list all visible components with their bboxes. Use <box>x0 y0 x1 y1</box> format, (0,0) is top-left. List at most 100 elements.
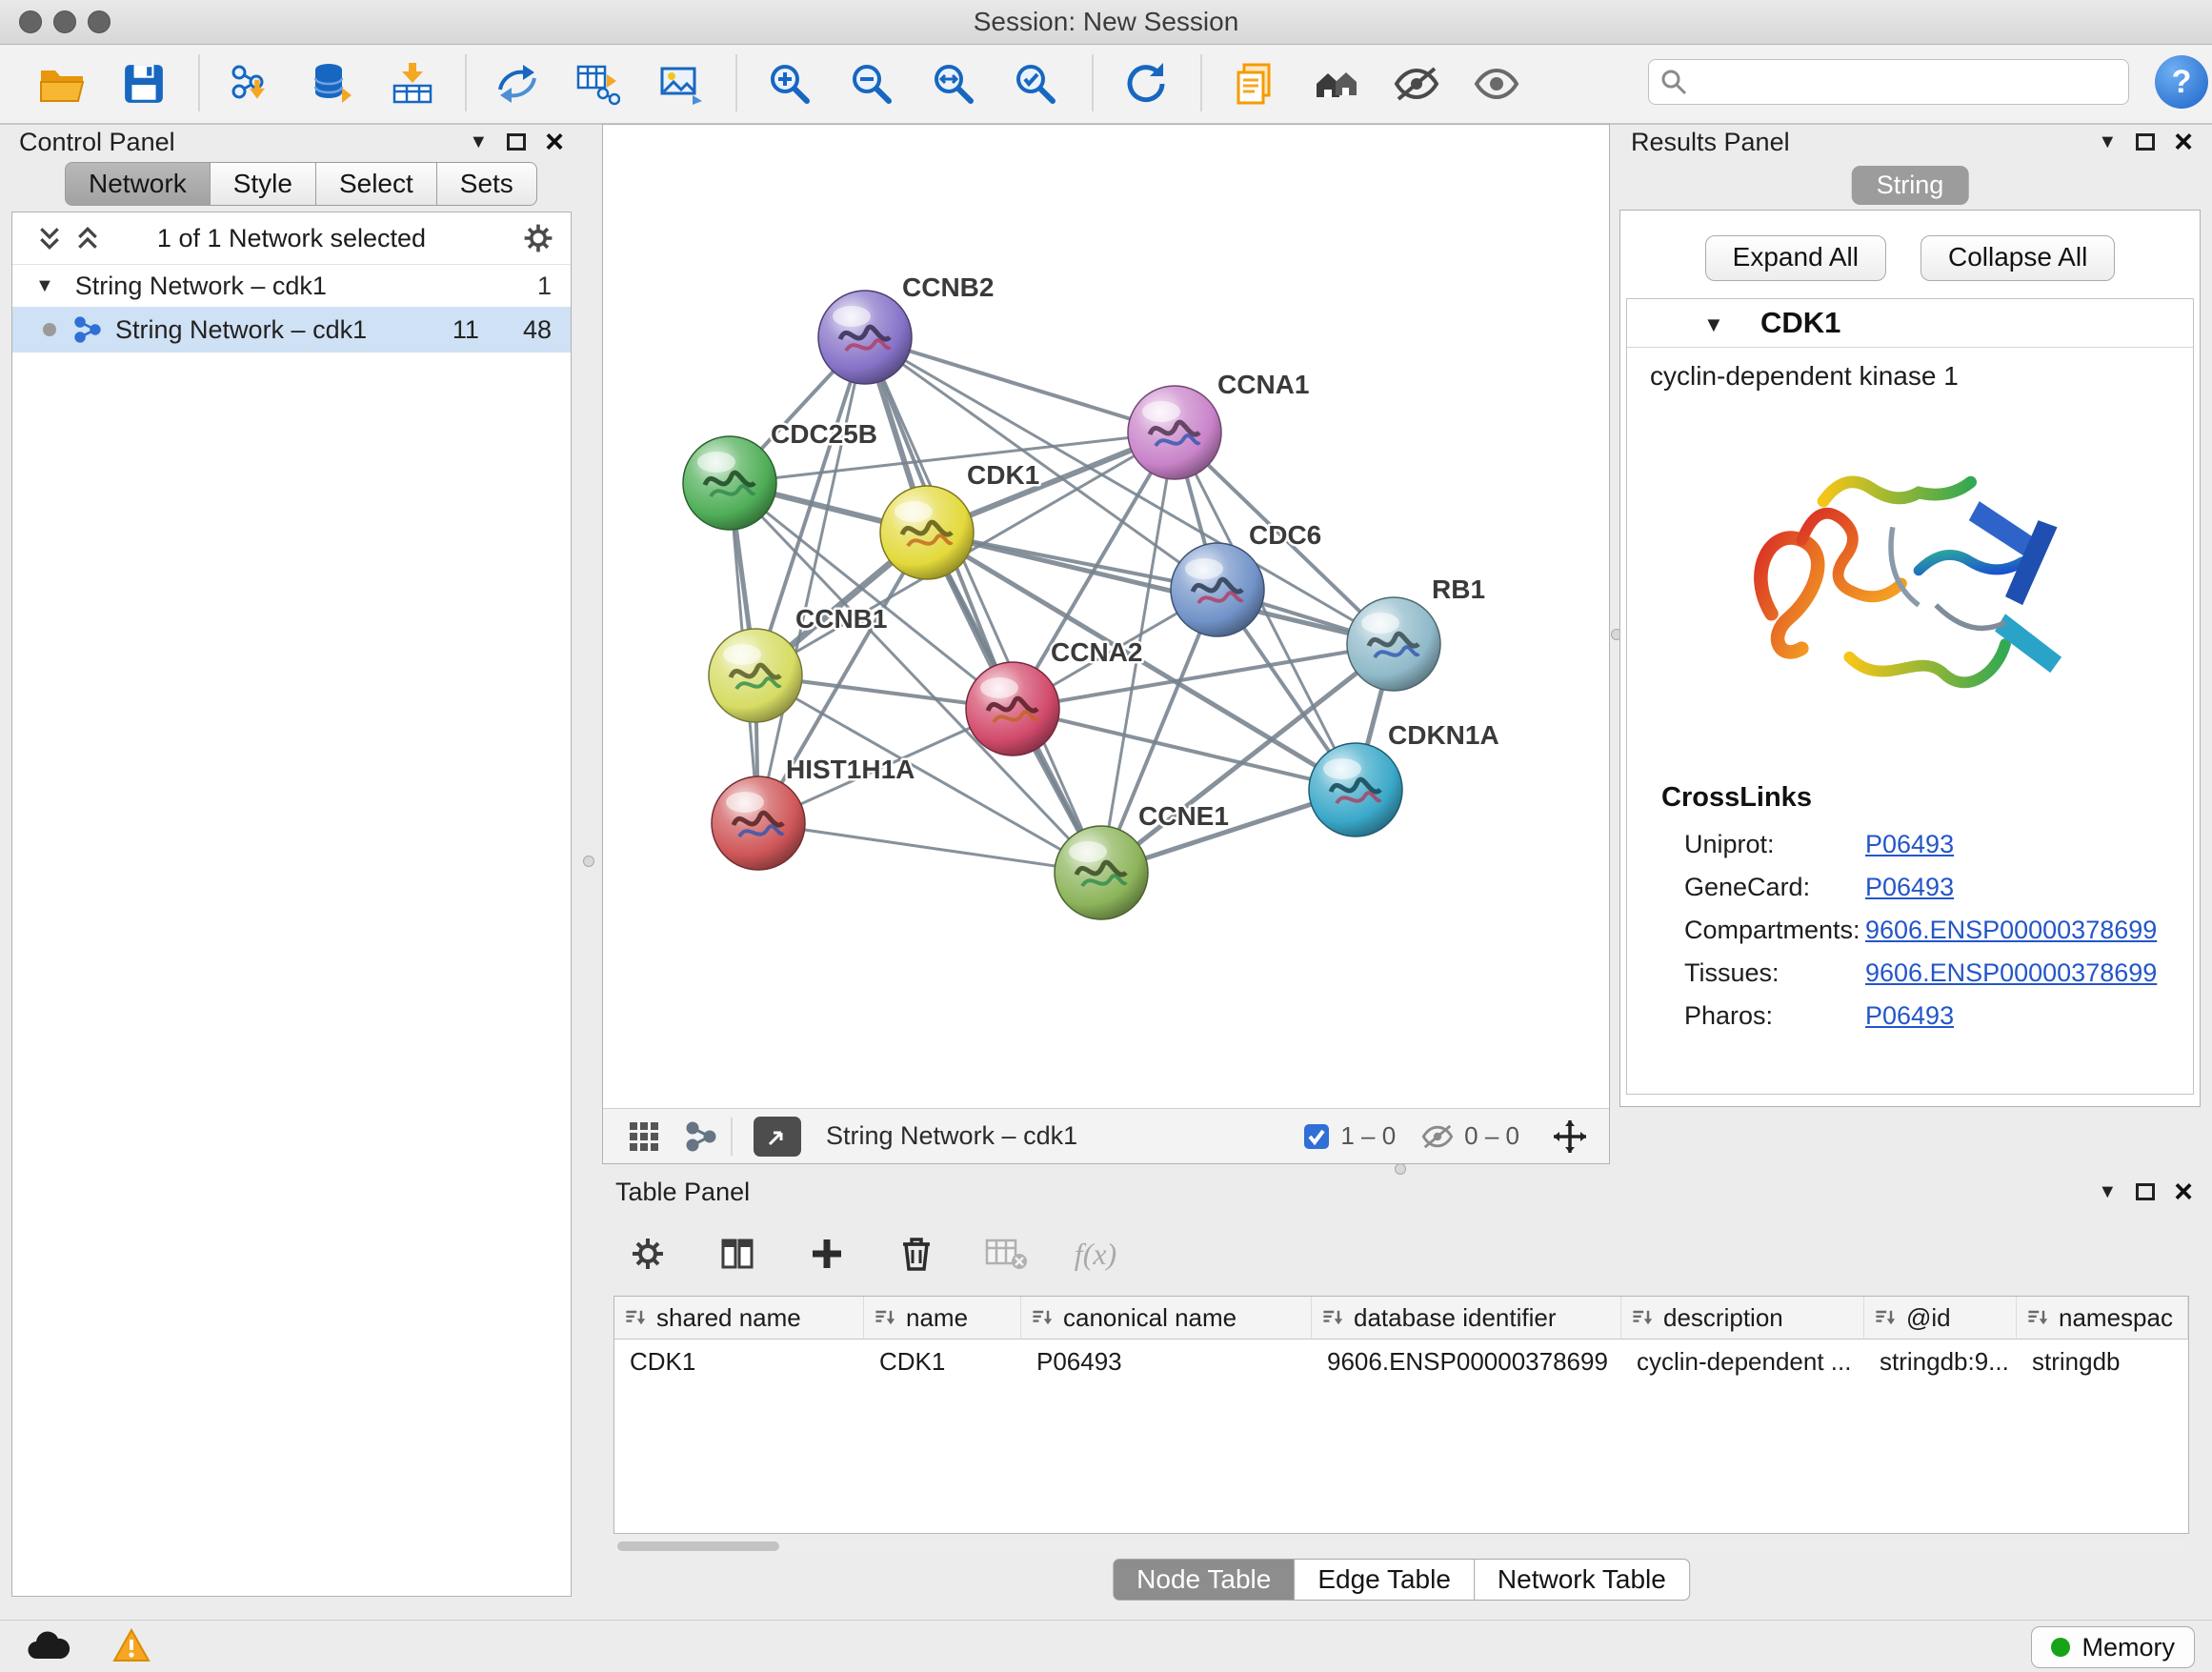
network-edge[interactable] <box>758 823 1101 873</box>
help-button[interactable]: ? <box>2155 55 2208 109</box>
table-horizontal-scrollbar[interactable] <box>613 1540 2187 1553</box>
export-image-button[interactable] <box>654 56 709 111</box>
tab-network[interactable]: Network <box>65 162 210 206</box>
show-columns-button[interactable] <box>711 1227 764 1280</box>
string-tab-badge[interactable]: String <box>1852 166 1969 205</box>
node-table[interactable]: shared namenamecanonical namedatabase id… <box>613 1296 2189 1534</box>
add-column-button[interactable] <box>800 1227 854 1280</box>
export-network-button[interactable] <box>490 56 545 111</box>
network-node-rb1[interactable] <box>1347 597 1440 691</box>
minimize-window-icon[interactable] <box>53 10 76 33</box>
hidden-eye-slash-icon[interactable] <box>1420 1123 1455 1150</box>
network-node-ccna1[interactable] <box>1128 386 1221 479</box>
zoom-selected-button[interactable] <box>1008 56 1063 111</box>
column-header[interactable]: name <box>864 1297 1021 1340</box>
column-header[interactable]: description <box>1621 1297 1864 1340</box>
tab-node-table[interactable]: Node Table <box>1113 1559 1294 1601</box>
scrollbar-thumb[interactable] <box>617 1541 779 1551</box>
network-edge[interactable] <box>758 337 865 823</box>
table-row[interactable]: CDK1CDK1P064939606.ENSP00000378699cyclin… <box>614 1340 2188 1383</box>
column-header[interactable]: shared name <box>614 1297 864 1340</box>
column-header[interactable]: namespac <box>2017 1297 2188 1340</box>
collection-expand-icon[interactable]: ▼ <box>35 275 54 297</box>
panel-float-icon[interactable] <box>2136 133 2155 151</box>
open-session-button[interactable] <box>34 56 90 111</box>
apply-layout-button[interactable] <box>1118 56 1174 111</box>
memory-button[interactable]: Memory <box>2031 1626 2195 1668</box>
panel-close-icon[interactable]: × <box>2174 1182 2193 1201</box>
import-network-button[interactable] <box>223 56 278 111</box>
import-table-button[interactable] <box>385 56 440 111</box>
network-canvas[interactable]: CCNB2CCNA1CDC25BCDK1CDC6RB1CCNB1CCNA2CDK… <box>603 125 1609 1108</box>
zoom-in-button[interactable] <box>762 56 817 111</box>
crosslink-link[interactable]: 9606.ENSP00000378699 <box>1865 958 2157 988</box>
warning-icon[interactable] <box>112 1628 151 1662</box>
network-node-ccne1[interactable] <box>1055 826 1148 919</box>
pan-crosshair-icon[interactable] <box>1552 1118 1588 1155</box>
crosslink-link[interactable]: 9606.ENSP00000378699 <box>1865 916 2157 945</box>
network-collection-row[interactable]: ▼ String Network – cdk1 1 <box>12 265 571 307</box>
share-view-icon[interactable] <box>685 1120 717 1153</box>
panel-float-icon[interactable] <box>507 133 526 151</box>
panel-minimize-icon[interactable]: ▼ <box>2098 131 2117 153</box>
tab-network-table[interactable]: Network Table <box>1474 1559 1690 1601</box>
network-edge[interactable] <box>865 337 1101 873</box>
toolbar-search[interactable] <box>1648 59 2129 105</box>
gear-icon[interactable] <box>521 221 555 255</box>
tab-sets[interactable]: Sets <box>436 162 537 206</box>
entry-collapse-icon[interactable]: ▼ <box>1703 312 1724 337</box>
tab-select[interactable]: Select <box>315 162 436 206</box>
import-network-database-button[interactable] <box>305 56 360 111</box>
network-node-cdc25b[interactable] <box>683 436 776 530</box>
show-graphics-details-button[interactable] <box>1469 56 1524 111</box>
tab-edge-table[interactable]: Edge Table <box>1294 1559 1474 1601</box>
network-node-cdc6[interactable] <box>1171 543 1264 636</box>
zoom-window-icon[interactable] <box>88 10 111 33</box>
search-input[interactable] <box>1697 67 2117 98</box>
expand-all-button[interactable]: Expand All <box>1705 235 1886 281</box>
network-node-hist1h1a[interactable] <box>712 776 805 870</box>
table-cell[interactable]: stringdb:9... <box>1864 1340 2017 1383</box>
panel-float-icon[interactable] <box>2136 1183 2155 1200</box>
network-node-ccnb2[interactable] <box>818 291 912 384</box>
grid-view-icon[interactable] <box>628 1120 660 1153</box>
crosslink-link[interactable]: P06493 <box>1865 1001 1954 1031</box>
save-session-button[interactable] <box>116 56 171 111</box>
column-header[interactable]: database identifier <box>1312 1297 1621 1340</box>
network-node-ccnb1[interactable] <box>709 629 802 722</box>
network-row-selected[interactable]: String Network – cdk1 11 48 <box>12 307 571 353</box>
network-node-cdkn1a[interactable] <box>1309 743 1402 836</box>
table-cell[interactable]: P06493 <box>1021 1340 1312 1383</box>
panel-close-icon[interactable]: × <box>545 132 564 151</box>
collapse-all-button[interactable]: Collapse All <box>1920 235 2115 281</box>
tab-style[interactable]: Style <box>210 162 315 206</box>
crosslink-link[interactable]: P06493 <box>1865 873 1954 902</box>
network-edge[interactable] <box>1013 709 1356 790</box>
column-header[interactable]: canonical name <box>1021 1297 1312 1340</box>
selected-checkbox-icon[interactable] <box>1302 1122 1331 1151</box>
panel-minimize-icon[interactable]: ▼ <box>469 131 488 153</box>
export-table-button[interactable] <box>570 56 625 111</box>
close-window-icon[interactable] <box>19 10 42 33</box>
network-node-cdk1[interactable] <box>880 486 974 579</box>
panel-close-icon[interactable]: × <box>2174 132 2193 151</box>
crosslink-link[interactable]: P06493 <box>1865 830 1954 859</box>
table-settings-button[interactable] <box>621 1227 674 1280</box>
hide-graphics-details-button[interactable] <box>1389 56 1444 111</box>
table-cell[interactable]: cyclin-dependent ... <box>1621 1340 1864 1383</box>
left-splitter-handle[interactable] <box>583 856 594 867</box>
network-node-ccna2[interactable] <box>966 662 1059 755</box>
cloud-status-icon[interactable] <box>27 1630 70 1661</box>
delete-column-button[interactable] <box>890 1227 943 1280</box>
zoom-out-button[interactable] <box>844 56 899 111</box>
table-cell[interactable]: 9606.ENSP00000378699 <box>1312 1340 1621 1383</box>
table-cell[interactable]: CDK1 <box>864 1340 1021 1383</box>
zoom-fit-button[interactable] <box>926 56 981 111</box>
annotation-document-button[interactable] <box>1227 56 1282 111</box>
panel-minimize-icon[interactable]: ▼ <box>2098 1181 2117 1203</box>
birdseye-view-button[interactable] <box>1309 56 1364 111</box>
table-cell[interactable]: stringdb <box>2017 1340 2188 1383</box>
table-cell[interactable]: CDK1 <box>614 1340 864 1383</box>
column-header[interactable]: @id <box>1864 1297 2017 1340</box>
network-edge[interactable] <box>865 337 1175 433</box>
